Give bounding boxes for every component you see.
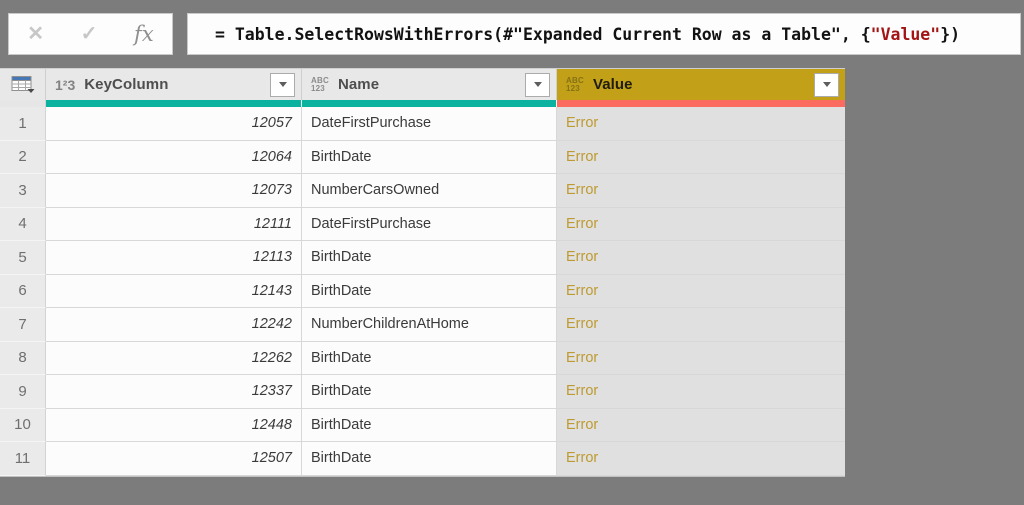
chevron-down-icon <box>278 82 287 87</box>
column-label-keycolumn: KeyColumn <box>84 76 169 93</box>
quality-gutter <box>0 100 46 107</box>
fx-icon: fx <box>134 21 154 46</box>
cell-value-error[interactable]: Error <box>557 140 845 174</box>
cell-name[interactable]: DateFirstPurchase <box>302 207 557 241</box>
table-row: 7 12242 NumberChildrenAtHome Error <box>0 308 845 342</box>
column-label-name: Name <box>337 76 380 93</box>
chevron-down-icon <box>533 82 542 87</box>
cell-name[interactable]: BirthDate <box>302 442 557 476</box>
cell-value-error[interactable]: Error <box>557 107 845 141</box>
formula-bar: ✕ ✓ fx = Table.SelectRowsWithErrors(#"Ex… <box>8 13 1021 55</box>
formula-string-literal: "Value" <box>870 24 941 44</box>
checkmark-icon: ✓ <box>80 23 98 45</box>
table-row: 11 12507 BirthDate Error <box>0 442 845 476</box>
cell-keycolumn[interactable]: 12143 <box>46 274 302 308</box>
row-number[interactable]: 6 <box>0 274 46 308</box>
any-type-icon-bottom: 123 <box>311 83 325 93</box>
cell-value-error[interactable]: Error <box>557 274 845 308</box>
whole-number-type-icon: 1²3 <box>55 76 76 93</box>
row-number[interactable]: 3 <box>0 174 46 208</box>
cell-name[interactable]: BirthDate <box>302 140 557 174</box>
row-number[interactable]: 8 <box>0 341 46 375</box>
filter-dropdown-keycolumn[interactable] <box>270 72 295 97</box>
cell-name[interactable]: BirthDate <box>302 408 557 442</box>
cell-keycolumn[interactable]: 12242 <box>46 308 302 342</box>
row-number[interactable]: 9 <box>0 375 46 409</box>
table-row: 1 12057 DateFirstPurchase Error <box>0 107 845 141</box>
filter-dropdown-value[interactable] <box>814 72 839 97</box>
any-type-icon: ABC 123 <box>566 76 584 93</box>
cell-keycolumn[interactable]: 12064 <box>46 140 302 174</box>
column-header-keycolumn[interactable]: 1²3 KeyColumn <box>46 69 302 100</box>
cell-value-error[interactable]: Error <box>557 241 845 275</box>
cell-name[interactable]: BirthDate <box>302 375 557 409</box>
cell-name[interactable]: DateFirstPurchase <box>302 107 557 141</box>
cell-name[interactable]: BirthDate <box>302 274 557 308</box>
cell-keycolumn[interactable]: 12337 <box>46 375 302 409</box>
table-row: 3 12073 NumberCarsOwned Error <box>0 174 845 208</box>
formula-toolbar: ✕ ✓ fx <box>8 13 173 55</box>
table-row: 8 12262 BirthDate Error <box>0 341 845 375</box>
power-query-window: ✕ ✓ fx = Table.SelectRowsWithErrors(#"Ex… <box>0 0 1024 505</box>
cell-keycolumn[interactable]: 12448 <box>46 408 302 442</box>
cell-keycolumn[interactable]: 12111 <box>46 207 302 241</box>
row-number[interactable]: 10 <box>0 408 46 442</box>
cell-value-error[interactable]: Error <box>557 375 845 409</box>
any-type-icon-bottom: 123 <box>566 83 580 93</box>
table-row: 10 12448 BirthDate Error <box>0 408 845 442</box>
filter-dropdown-name[interactable] <box>525 72 550 97</box>
row-number[interactable]: 11 <box>0 442 46 476</box>
cell-value-error[interactable]: Error <box>557 174 845 208</box>
column-header-name[interactable]: ABC 123 Name <box>302 69 557 100</box>
row-number[interactable]: 1 <box>0 107 46 141</box>
cancel-button[interactable]: ✕ <box>27 24 44 44</box>
table-icon <box>11 76 34 93</box>
cell-keycolumn[interactable]: 12057 <box>46 107 302 141</box>
cell-keycolumn[interactable]: 12073 <box>46 174 302 208</box>
table-row: 6 12143 BirthDate Error <box>0 274 845 308</box>
column-header-value[interactable]: ABC 123 Value <box>557 69 845 100</box>
cell-name[interactable]: BirthDate <box>302 241 557 275</box>
quality-bar-name <box>302 100 557 107</box>
table-row: 5 12113 BirthDate Error <box>0 241 845 275</box>
cell-value-error[interactable]: Error <box>557 341 845 375</box>
cell-name[interactable]: NumberChildrenAtHome <box>302 308 557 342</box>
formula-input[interactable]: = Table.SelectRowsWithErrors(#"Expanded … <box>187 13 1021 55</box>
row-number[interactable]: 5 <box>0 241 46 275</box>
row-number[interactable]: 4 <box>0 207 46 241</box>
cell-keycolumn[interactable]: 12262 <box>46 341 302 375</box>
data-preview-grid: 1²3 KeyColumn ABC 123 Name ABC 123 Value <box>0 68 845 477</box>
commit-button[interactable]: ✓ <box>81 24 98 44</box>
cell-value-error[interactable]: Error <box>557 408 845 442</box>
column-label-value: Value <box>592 76 633 93</box>
cell-name[interactable]: NumberCarsOwned <box>302 174 557 208</box>
cell-value-error[interactable]: Error <box>557 308 845 342</box>
table-row: 4 12111 DateFirstPurchase Error <box>0 207 845 241</box>
formula-text: = Table.SelectRowsWithErrors(#"Expanded … <box>215 25 960 44</box>
formula-segment-pre: = Table.SelectRowsWithErrors(#"Expanded … <box>215 24 871 44</box>
quality-bar-value <box>557 100 845 107</box>
cell-value-error[interactable]: Error <box>557 207 845 241</box>
column-quality-row <box>0 100 845 107</box>
table-row: 2 12064 BirthDate Error <box>0 140 845 174</box>
table-row: 9 12337 BirthDate Error <box>0 375 845 409</box>
add-formula-button[interactable]: fx <box>134 21 154 46</box>
grid-header-row: 1²3 KeyColumn ABC 123 Name ABC 123 Value <box>0 68 845 100</box>
cell-keycolumn[interactable]: 12507 <box>46 442 302 476</box>
chevron-down-icon <box>822 82 831 87</box>
quality-bar-keycolumn <box>46 100 302 107</box>
cell-value-error[interactable]: Error <box>557 442 845 476</box>
row-number[interactable]: 7 <box>0 308 46 342</box>
cancel-icon: ✕ <box>27 23 45 45</box>
select-all-button[interactable] <box>0 69 46 100</box>
any-type-icon: ABC 123 <box>311 76 329 93</box>
formula-segment-post: }) <box>940 24 961 44</box>
cell-name[interactable]: BirthDate <box>302 341 557 375</box>
row-number[interactable]: 2 <box>0 140 46 174</box>
cell-keycolumn[interactable]: 12113 <box>46 241 302 275</box>
